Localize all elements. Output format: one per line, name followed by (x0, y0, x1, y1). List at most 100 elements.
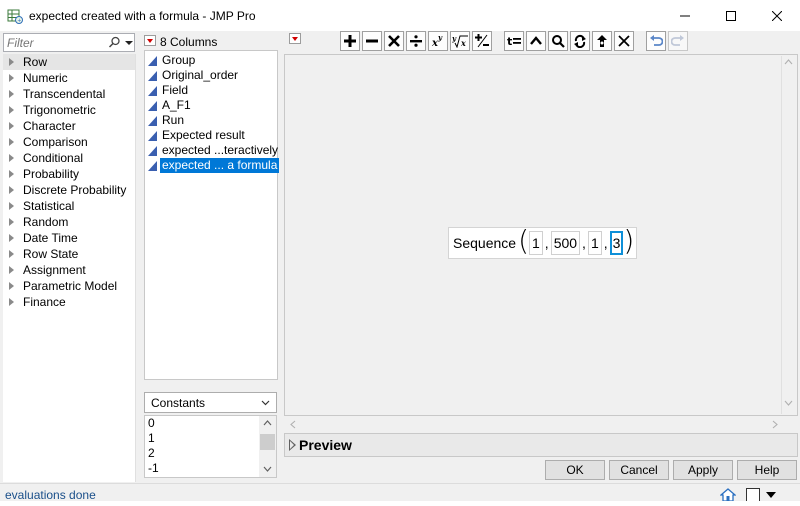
continuous-column-icon (148, 71, 157, 81)
peel-button[interactable] (526, 31, 546, 51)
add-button[interactable] (340, 31, 360, 51)
function-filter-input[interactable] (7, 35, 107, 50)
expand-arrow-icon (9, 186, 14, 194)
scroll-up-icon[interactable] (263, 419, 272, 426)
function-category-list: Row Numeric Transcendental Trigonometric… (3, 54, 136, 482)
scrollbar-thumb[interactable] (260, 434, 275, 450)
scroll-right-icon[interactable] (772, 420, 779, 429)
column-item-field[interactable]: Field (145, 83, 277, 98)
constant-item[interactable]: -1 (145, 461, 276, 476)
column-item-expected-formula[interactable]: expected ... a formula (145, 158, 280, 173)
expand-arrow-icon (9, 170, 14, 178)
redo-button[interactable] (668, 31, 688, 51)
constant-item[interactable]: 1 (145, 431, 276, 446)
function-category-random[interactable]: Random (3, 214, 135, 230)
constant-item[interactable]: 0 (145, 416, 276, 431)
column-item-expected-result[interactable]: Expected result (145, 128, 277, 143)
constants-select[interactable]: Constants (144, 392, 277, 413)
ok-button[interactable]: OK (545, 460, 605, 480)
function-category-character[interactable]: Character (3, 118, 135, 134)
function-category-numeric[interactable]: Numeric (3, 70, 135, 86)
columns-menu-red-triangle-icon[interactable] (144, 35, 156, 46)
function-category-row[interactable]: Row (3, 54, 135, 70)
function-category-date-time[interactable]: Date Time (3, 230, 135, 246)
continuous-column-icon (148, 101, 157, 111)
function-category-statistical[interactable]: Statistical (3, 198, 135, 214)
scroll-down-icon[interactable] (784, 400, 793, 407)
scroll-left-icon[interactable] (289, 420, 296, 429)
function-category-row-state[interactable]: Row State (3, 246, 135, 262)
search-icon[interactable] (108, 36, 121, 49)
function-category-assignment[interactable]: Assignment (3, 262, 135, 278)
formula-expression[interactable]: Sequence ( 1 , 500 , 1 , 3 ) (448, 227, 638, 259)
formula-arg-4[interactable]: 3 (609, 231, 624, 255)
cancel-button[interactable]: Cancel (609, 460, 669, 480)
expand-arrow-icon (9, 282, 14, 290)
column-item-group[interactable]: Group (145, 53, 277, 68)
expand-arrow-icon (9, 74, 14, 82)
expand-arrow-icon (9, 202, 14, 210)
function-category-trigonometric[interactable]: Trigonometric (3, 102, 135, 118)
constant-item[interactable]: 2 (145, 446, 276, 461)
preview-label: Preview (299, 437, 352, 453)
formula-arg-2[interactable]: 500 (550, 231, 581, 255)
scroll-down-icon[interactable] (263, 466, 272, 473)
multiply-button[interactable] (384, 31, 404, 51)
function-category-discrete-probability[interactable]: Discrete Probability (3, 182, 135, 198)
plus-minus-icon (475, 34, 489, 48)
undo-button[interactable] (646, 31, 666, 51)
function-category-conditional[interactable]: Conditional (3, 150, 135, 166)
maximize-button[interactable] (708, 0, 754, 31)
chevron-down-icon[interactable] (123, 36, 135, 49)
continuous-column-icon (148, 161, 157, 171)
help-button[interactable]: Help (737, 460, 797, 480)
column-item-expected-interactively[interactable]: expected ...teractively (145, 143, 278, 158)
expand-arrow-icon (9, 58, 14, 66)
constants-scrollbar[interactable] (259, 416, 276, 477)
function-category-parametric-model[interactable]: Parametric Model (3, 278, 135, 294)
continuous-column-icon (148, 86, 157, 96)
scroll-up-icon[interactable] (784, 58, 793, 65)
editor-menu-red-triangle-icon[interactable] (289, 33, 301, 44)
function-category-probability[interactable]: Probability (3, 166, 135, 182)
arg-separator: , (582, 235, 586, 251)
preview-outline[interactable]: Preview (284, 433, 798, 457)
formula-arg-1[interactable]: 1 (529, 231, 543, 255)
subtract-button[interactable] (362, 31, 382, 51)
status-text: evaluations done (5, 488, 96, 502)
delete-button[interactable] (614, 31, 634, 51)
subtract-icon (366, 39, 378, 43)
assign-button[interactable]: t (504, 31, 524, 51)
function-category-transcendental[interactable]: Transcendental (3, 86, 135, 102)
local-icon (552, 35, 565, 48)
minimize-button[interactable] (662, 0, 708, 31)
apply-button[interactable]: Apply (673, 460, 733, 480)
function-category-finance[interactable]: Finance (3, 294, 135, 310)
constants-list: 0 1 2 -1 (144, 415, 277, 478)
window-list-checkbox[interactable] (746, 488, 760, 502)
recode-button[interactable] (592, 31, 612, 51)
column-item-run[interactable]: Run (145, 113, 277, 128)
local-button[interactable] (548, 31, 568, 51)
function-category-comparison[interactable]: Comparison (3, 134, 135, 150)
function-name[interactable]: Sequence (451, 235, 518, 251)
assign-icon: t (507, 35, 521, 47)
redo-icon (671, 35, 684, 46)
expand-arrow-icon (9, 90, 14, 98)
formula-editor-window: + expected created with a formula - JMP … (0, 0, 800, 506)
close-button[interactable] (754, 0, 800, 31)
formula-arg-3[interactable]: 1 (587, 231, 602, 255)
root-button[interactable]: yx (450, 31, 470, 51)
title-bar: + expected created with a formula - JMP … (0, 0, 800, 31)
column-item-a-f1[interactable]: A_F1 (145, 98, 277, 113)
chevron-down-icon[interactable] (766, 492, 776, 498)
swap-button[interactable] (570, 31, 590, 51)
plus-minus-button[interactable] (472, 31, 492, 51)
column-item-original-order[interactable]: Original_order (145, 68, 277, 83)
continuous-column-icon (148, 146, 157, 156)
divide-button[interactable] (406, 31, 426, 51)
recode-icon (597, 35, 607, 47)
power-button[interactable]: xy (428, 31, 448, 51)
columns-list: Group Original_order Field A_F1 Run Expe… (144, 50, 280, 380)
constants-select-value: Constants (151, 396, 206, 410)
